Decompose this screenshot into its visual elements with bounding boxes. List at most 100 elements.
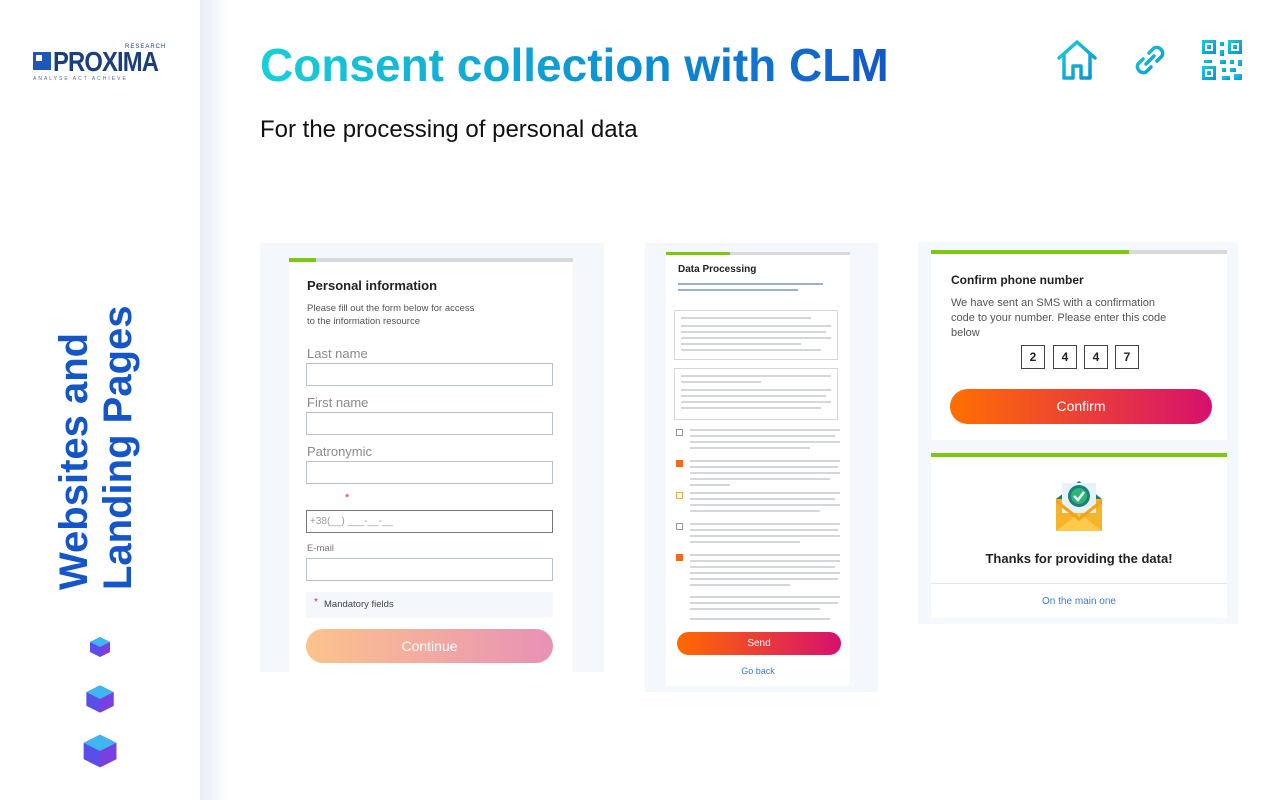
- cube-icon: [83, 734, 117, 768]
- home-icon[interactable]: [1055, 38, 1099, 82]
- consent-text-line: [690, 466, 838, 468]
- consent-text-line: [690, 608, 820, 610]
- doc-line: [681, 389, 831, 391]
- doc-line: [681, 349, 821, 351]
- form-title: Confirm phone number: [951, 273, 1084, 287]
- cube-icon: [90, 637, 110, 657]
- sidebar: PROXIMA RESEARCH ANALYSE ACT ACHIEVE Web…: [0, 0, 200, 800]
- vertical-title-line-1: Websites and: [52, 332, 96, 590]
- form-progress-fill: [666, 252, 730, 255]
- intro-text-line: [678, 289, 798, 291]
- proxima-logo[interactable]: PROXIMA RESEARCH ANALYSE ACT ACHIEVE: [33, 44, 173, 84]
- doc-line: [681, 401, 831, 403]
- form-progress-fill: [931, 250, 1129, 254]
- envelope-check-icon: [1056, 481, 1102, 531]
- consent-text-line: [690, 498, 835, 500]
- intro-text-line: [678, 283, 823, 285]
- form-progress-fill: [931, 453, 1227, 457]
- thanks-message: Thanks for providing the data!: [985, 551, 1173, 566]
- consent-text-line: [690, 441, 840, 443]
- logo-superscript: RESEARCH: [125, 44, 167, 50]
- consent-text-line: [690, 578, 838, 580]
- consent-text-line: [690, 535, 840, 537]
- mandatory-note-box: * Mandatory fields: [306, 592, 553, 618]
- personal-info-form: Personal information Please fill out the…: [289, 258, 573, 672]
- go-back-link[interactable]: Go back: [666, 666, 850, 676]
- last-name-field[interactable]: [306, 363, 553, 386]
- consent-text-line: [690, 618, 830, 620]
- doc-line: [681, 337, 831, 339]
- form-progress-fill: [289, 258, 316, 262]
- consent-text-line: [690, 554, 840, 556]
- code-digit-1[interactable]: 2: [1021, 345, 1045, 369]
- logo-text: PROXIMA: [53, 46, 159, 77]
- consent-text-line: [690, 523, 840, 525]
- code-digit-4[interactable]: 7: [1115, 345, 1139, 369]
- link-icon[interactable]: [1128, 38, 1172, 82]
- consent-text-line: [690, 447, 810, 449]
- data-processing-screenshot: Data Processing Send Go back: [645, 243, 878, 692]
- cube-icon: [86, 685, 114, 713]
- consent-text-line: [690, 529, 838, 531]
- first-name-label: First name: [307, 395, 369, 410]
- consent-text-line: [690, 572, 840, 574]
- confirm-phone-form: Confirm phone number We have sent an SMS…: [931, 250, 1227, 440]
- required-star: *: [345, 492, 350, 504]
- phone-field[interactable]: +38(__) ___-__-__: [306, 510, 553, 533]
- consent-text-line: [690, 472, 840, 474]
- doc-line: [681, 331, 826, 333]
- patronymic-field[interactable]: [306, 461, 553, 484]
- vertical-section-title: Websites and Landing Pages: [52, 270, 140, 591]
- sidebar-divider: [200, 0, 230, 800]
- page-subtitle: For the processing of personal data: [260, 116, 638, 143]
- consent-checkbox[interactable]: [676, 492, 683, 499]
- doc-line: [681, 381, 761, 383]
- doc-line: [681, 395, 826, 397]
- consent-text-line: [690, 560, 840, 562]
- mandatory-note: Mandatory fields: [324, 599, 394, 610]
- email-field[interactable]: [306, 558, 553, 581]
- thanks-card: Thanks for providing the data! On the ma…: [931, 453, 1227, 618]
- consent-checkbox[interactable]: [676, 429, 683, 436]
- form-progress-track: [289, 258, 573, 262]
- consent-text-line: [690, 504, 840, 506]
- confirm-button[interactable]: Confirm: [950, 389, 1212, 424]
- send-button[interactable]: Send: [677, 632, 841, 655]
- consent-text-line: [690, 566, 835, 568]
- consent-document-2[interactable]: [674, 368, 838, 420]
- last-name-label: Last name: [307, 346, 368, 361]
- page-title: Consent collection with CLM: [260, 39, 889, 91]
- form-description: We have sent an SMS with a confirmation …: [951, 297, 1167, 339]
- doc-line: [681, 375, 831, 377]
- form-description: Please fill out the form below for acces…: [307, 303, 475, 327]
- consent-document-1[interactable]: [674, 310, 838, 360]
- consent-text-line: [690, 478, 830, 480]
- consent-text-line: [690, 460, 840, 462]
- consent-checkbox[interactable]: [676, 460, 683, 467]
- vertical-title-line-2: Landing Pages: [96, 305, 140, 591]
- email-label: E-mail: [307, 543, 334, 554]
- consent-text-line: [690, 484, 730, 486]
- doc-line: [681, 343, 801, 345]
- consent-text-line: [690, 602, 838, 604]
- patronymic-label: Patronymic: [307, 444, 373, 459]
- doc-line: [681, 407, 821, 409]
- mandatory-star: *: [314, 597, 318, 608]
- consent-text-line: [690, 510, 820, 512]
- consent-checkbox[interactable]: [676, 554, 683, 561]
- divider: [931, 583, 1227, 584]
- qr-code-icon[interactable]: [1200, 38, 1244, 82]
- consent-text-line: [690, 596, 840, 598]
- code-digit-3[interactable]: 4: [1084, 345, 1108, 369]
- consent-text-line: [690, 541, 800, 543]
- consent-text-line: [690, 492, 840, 494]
- consent-text-line: [690, 435, 835, 437]
- first-name-field[interactable]: [306, 412, 553, 435]
- form-title: Personal information: [307, 278, 438, 293]
- form-title: Data Processing: [678, 264, 757, 275]
- continue-button[interactable]: Continue: [306, 629, 553, 663]
- main-page-link[interactable]: On the main one: [931, 596, 1227, 607]
- code-digit-2[interactable]: 4: [1053, 345, 1077, 369]
- personal-info-screenshot: Personal information Please fill out the…: [260, 243, 604, 672]
- consent-checkbox[interactable]: [676, 523, 683, 530]
